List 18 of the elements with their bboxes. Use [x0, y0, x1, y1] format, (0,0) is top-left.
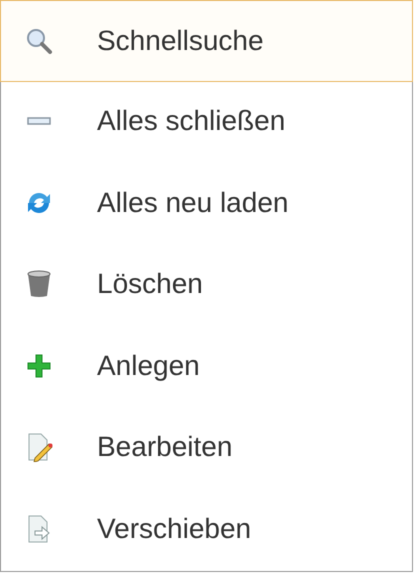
- menu-item[interactable]: Bearbeiten: [1, 406, 412, 488]
- search-icon: [25, 26, 53, 55]
- menu-item-label: Anlegen: [97, 348, 200, 383]
- plus-icon: [26, 352, 52, 379]
- menu-item[interactable]: Anlegen: [1, 325, 412, 406]
- minus-icon: [27, 117, 51, 126]
- trash-can-icon: [26, 270, 52, 298]
- menu-item[interactable]: Alles schließen: [1, 80, 412, 162]
- menu-item-label: Bearbeiten: [97, 430, 232, 464]
- menu-item[interactable]: Verschieben: [1, 488, 412, 570]
- menu-item-label: Alles schließen: [97, 104, 286, 138]
- menu-item-label: Löschen: [97, 267, 203, 302]
- menu-item[interactable]: Löschen: [1, 244, 412, 325]
- menu-item-label: Alles neu laden: [97, 186, 288, 220]
- menu-item[interactable]: Schnellsuche: [0, 0, 413, 82]
- menu-item[interactable]: Alles neu laden: [1, 162, 412, 244]
- menu-item-label: Verschieben: [97, 512, 252, 546]
- menu-item-label: Schnellsuche: [97, 24, 264, 58]
